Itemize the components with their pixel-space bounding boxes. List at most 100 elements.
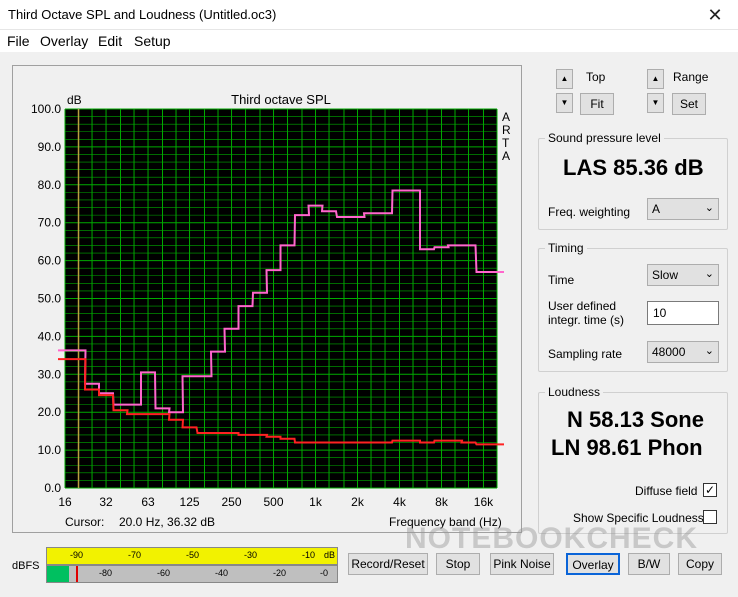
integration-time-input[interactable]: 10 bbox=[647, 301, 719, 325]
time-value: Slow bbox=[652, 268, 679, 282]
spl-plot-frame: 0.0 10.0 20.0 30.0 40.0 50.0 60.0 70.0 80.0 90.0 1… bbox=[12, 65, 522, 533]
spl-value: LAS 85.36 dB bbox=[563, 155, 704, 180]
x-tick-label: 8k bbox=[435, 495, 449, 509]
top-up-button[interactable]: ▲ bbox=[556, 69, 573, 89]
copy-button[interactable]: Copy bbox=[678, 553, 722, 575]
meter-tick: -80 bbox=[99, 568, 113, 578]
y-tick-label: 90.0 bbox=[38, 140, 62, 154]
stop-button[interactable]: Stop bbox=[436, 553, 480, 575]
meter-tick: -60 bbox=[157, 568, 171, 578]
up-arrow-icon: ▲ bbox=[560, 74, 569, 83]
meter-tick: -50 bbox=[186, 550, 200, 560]
chevron-down-icon: ⌄ bbox=[704, 202, 714, 214]
meter-peak-marker bbox=[76, 566, 78, 582]
down-arrow-icon: ▼ bbox=[651, 98, 660, 107]
window-title: Third Octave SPL and Loudness (Untitled.… bbox=[8, 7, 277, 22]
range-up-button[interactable]: ▲ bbox=[647, 69, 664, 89]
set-button[interactable]: Set bbox=[672, 93, 706, 115]
meter-level-fill bbox=[47, 566, 69, 582]
arta-letter-2: R bbox=[502, 123, 511, 137]
menu-overlay[interactable]: Overlay bbox=[40, 33, 88, 49]
pink-noise-button[interactable]: Pink Noise bbox=[490, 553, 554, 575]
freq-weighting-value: A bbox=[652, 202, 661, 216]
y-tick-label: 70.0 bbox=[38, 216, 62, 230]
y-tick-label: 50.0 bbox=[38, 292, 62, 306]
x-tick-label: 250 bbox=[222, 495, 242, 509]
freq-weighting-select[interactable]: A ⌄ bbox=[647, 198, 719, 220]
checkmark-icon: ✓ bbox=[704, 483, 716, 497]
diffuse-field-label: Diffuse field bbox=[635, 484, 698, 498]
y-tick-label: 0.0 bbox=[44, 481, 61, 495]
sampling-rate-label: Sampling rate bbox=[548, 347, 623, 361]
dbfs-label: dBFS bbox=[12, 560, 40, 572]
top-down-button[interactable]: ▼ bbox=[556, 93, 573, 113]
meter-tick: -70 bbox=[128, 550, 142, 560]
chart-title: Third octave SPL bbox=[231, 92, 331, 107]
y-tick-label: 10.0 bbox=[38, 443, 62, 457]
y-tick-label: 80.0 bbox=[38, 178, 62, 192]
meter-tick: -90 bbox=[70, 550, 84, 560]
record-reset-button[interactable]: Record/Reset bbox=[348, 553, 428, 575]
bw-button[interactable]: B/W bbox=[628, 553, 670, 575]
down-arrow-icon: ▼ bbox=[560, 98, 569, 107]
menu-edit[interactable]: Edit bbox=[98, 33, 122, 49]
watermark-logo: NOTEBOOKCHECK bbox=[405, 522, 699, 555]
loudness-phon-value: LN 98.61 Phon bbox=[551, 435, 703, 460]
x-tick-label: 125 bbox=[180, 495, 200, 509]
sampling-rate-select[interactable]: 48000 ⌄ bbox=[647, 341, 719, 363]
spl-group: Sound pressure level LAS 85.36 dB Freq. … bbox=[538, 131, 728, 230]
up-arrow-icon: ▲ bbox=[651, 74, 660, 83]
loudness-group-label: Loudness bbox=[545, 385, 604, 399]
x-tick-label: 500 bbox=[264, 495, 284, 509]
top-label: Top bbox=[586, 70, 606, 84]
cursor-readout: 20.0 Hz, 36.32 dB bbox=[119, 515, 215, 529]
close-icon[interactable]: ✕ bbox=[692, 0, 738, 30]
chevron-down-icon: ⌄ bbox=[704, 345, 714, 357]
meter-tick: -40 bbox=[215, 568, 229, 578]
y-tick-label: 60.0 bbox=[38, 254, 62, 268]
meter-tick: -20 bbox=[273, 568, 287, 578]
y-tick-label: 40.0 bbox=[38, 329, 62, 343]
menu-file[interactable]: File bbox=[7, 33, 30, 49]
range-label: Range bbox=[673, 70, 709, 84]
time-label: Time bbox=[548, 273, 575, 287]
x-tick-label: 16 bbox=[58, 495, 72, 509]
arta-letter-1: A bbox=[502, 110, 510, 124]
y-unit-label: dB bbox=[67, 93, 82, 107]
x-tick-label: 4k bbox=[393, 495, 407, 509]
chevron-down-icon: ⌄ bbox=[704, 268, 714, 280]
loudness-group: Loudness N 58.13 Sone LN 98.61 Phon Diff… bbox=[538, 385, 728, 534]
x-tick-label: 2k bbox=[351, 495, 365, 509]
user-defined-label-line2: integr. time (s) bbox=[548, 313, 625, 327]
menu-setup[interactable]: Setup bbox=[134, 33, 171, 49]
x-tick-label: 32 bbox=[99, 495, 113, 509]
time-select[interactable]: Slow ⌄ bbox=[647, 264, 719, 286]
y-tick-label: 20.0 bbox=[38, 405, 62, 419]
timing-group-label: Timing bbox=[545, 241, 587, 255]
arta-letter-4: A bbox=[502, 149, 510, 163]
show-specific-loudness-checkbox[interactable] bbox=[703, 510, 717, 524]
menu-bar: File Overlay Edit Setup bbox=[0, 30, 738, 52]
meter-tick: -10 bbox=[302, 550, 316, 560]
meter-tick: dB bbox=[324, 550, 336, 560]
meter-bottom-bar bbox=[46, 565, 338, 583]
timing-group: Timing Time Slow ⌄ User defined integr. … bbox=[538, 241, 728, 372]
range-down-button[interactable]: ▼ bbox=[647, 93, 664, 113]
x-tick-label: 1k bbox=[309, 495, 323, 509]
spl-chart[interactable]: 0.0 10.0 20.0 30.0 40.0 50.0 60.0 70.0 80.0 90.0 1… bbox=[13, 66, 521, 532]
x-tick-label: 63 bbox=[141, 495, 155, 509]
y-tick-label: 30.0 bbox=[38, 367, 62, 381]
freq-weighting-label: Freq. weighting bbox=[548, 205, 631, 219]
fit-button[interactable]: Fit bbox=[580, 93, 614, 115]
arta-letter-3: T bbox=[502, 136, 510, 150]
diffuse-field-checkbox[interactable]: ✓ bbox=[703, 483, 717, 497]
meter-tick: -0 bbox=[320, 568, 329, 578]
y-tick-label: 100.0 bbox=[31, 102, 61, 116]
title-bar: Third Octave SPL and Loudness (Untitled.… bbox=[0, 0, 738, 30]
dbfs-meter: -90 -70 -50 -30 -10 dB -80 -60 -40 -20 -… bbox=[46, 547, 338, 583]
loudness-sone-value: N 58.13 Sone bbox=[567, 407, 704, 432]
user-defined-label-line1: User defined bbox=[548, 299, 617, 313]
overlay-button[interactable]: Overlay bbox=[566, 553, 620, 575]
sampling-rate-value: 48000 bbox=[652, 345, 686, 359]
spl-group-label: Sound pressure level bbox=[545, 131, 664, 145]
